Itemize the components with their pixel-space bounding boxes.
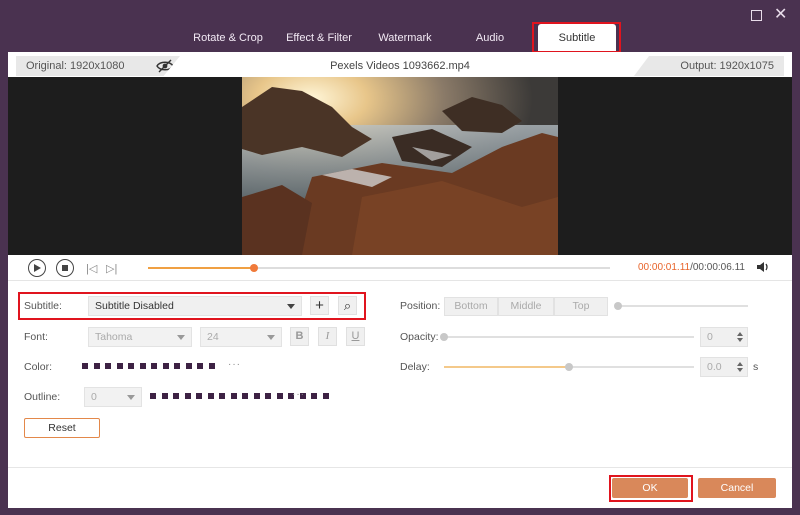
progress-track[interactable] [148, 264, 610, 272]
output-badge: Output: 1920x1075 [634, 56, 784, 76]
output-resolution: Output: 1920x1075 [680, 60, 774, 72]
color-swatch[interactable] [197, 363, 203, 369]
tab-audio[interactable]: Audio [466, 24, 514, 52]
color-swatch[interactable] [174, 363, 180, 369]
chevron-down-icon [267, 335, 275, 340]
subtitle-tab-highlight [532, 22, 621, 53]
next-frame-icon[interactable]: ▷| [106, 262, 117, 275]
current-time: 00:00:01.11 [638, 262, 691, 273]
position-slider[interactable] [614, 302, 748, 310]
color-swatch[interactable] [161, 393, 168, 399]
cancel-button[interactable]: Cancel [698, 478, 776, 498]
color-swatch[interactable] [253, 393, 260, 399]
color-swatch[interactable] [184, 393, 191, 399]
footer-divider [8, 467, 792, 468]
outline-more[interactable]: ··· [292, 389, 305, 400]
maximize-icon[interactable] [751, 10, 762, 21]
bold-button[interactable]: B [290, 327, 309, 346]
delay-slider-thumb[interactable] [565, 363, 573, 371]
font-family-select[interactable]: Tahoma [88, 327, 192, 347]
font-size-select[interactable]: 24 [200, 327, 282, 347]
color-swatch[interactable] [207, 393, 214, 399]
color-swatch[interactable] [150, 393, 156, 399]
color-swatch[interactable] [219, 393, 225, 399]
video-preview [8, 77, 792, 255]
color-swatch[interactable] [242, 393, 248, 399]
position-bottom-button[interactable]: Bottom [444, 297, 498, 316]
play-button[interactable] [28, 259, 46, 277]
total-time: /00:00:06.11 [690, 262, 745, 273]
info-bar: Original: 1920x1080 Pexels Videos 109366… [8, 54, 792, 76]
play-icon [34, 263, 41, 272]
reset-button[interactable]: Reset [24, 418, 100, 438]
color-swatch[interactable] [128, 363, 134, 369]
italic-button[interactable]: I [318, 327, 337, 346]
position-label: Position: [400, 300, 441, 312]
stop-icon [61, 264, 68, 271]
subtitle-row-highlight [18, 292, 366, 320]
opacity-slider[interactable] [440, 333, 694, 341]
color-swatch[interactable] [265, 393, 271, 399]
delay-stepper[interactable]: 0.0 [700, 357, 748, 377]
position-top-button[interactable]: Top [554, 297, 608, 316]
outline-label: Outline: [24, 391, 61, 403]
close-icon[interactable]: ✕ [774, 7, 788, 23]
font-label: Font: [24, 331, 48, 343]
opacity-slider-thumb[interactable] [440, 333, 448, 341]
delay-slider-fill [444, 366, 569, 368]
stop-button[interactable] [56, 259, 74, 277]
delay-slider[interactable] [444, 363, 694, 371]
tab-rotate-crop[interactable]: Rotate & Crop [188, 24, 268, 52]
opacity-stepper[interactable]: 0 [700, 327, 748, 347]
color-swatch[interactable] [185, 363, 192, 369]
progress-thumb[interactable] [250, 264, 259, 272]
color-swatch[interactable] [208, 363, 215, 369]
delay-unit: s [753, 361, 759, 373]
position-slider-thumb[interactable] [614, 302, 622, 310]
previous-frame-icon[interactable]: |◁ [86, 262, 97, 275]
font-family-value: Tahoma [95, 331, 133, 343]
chevron-down-icon [177, 335, 185, 340]
outline-select[interactable]: 0 [84, 387, 142, 407]
font-size-value: 24 [207, 331, 219, 343]
color-swatch[interactable] [162, 363, 169, 369]
tab-watermark[interactable]: Watermark [372, 24, 438, 52]
time-display: 00:00:01.11/00:00:06.11 [638, 262, 745, 273]
delay-label: Delay: [400, 361, 430, 373]
video-frame [242, 77, 558, 255]
underline-button[interactable]: U [346, 327, 365, 346]
tab-bar: Rotate & Crop Effect & Filter Watermark … [0, 24, 800, 52]
color-swatch[interactable] [105, 363, 111, 369]
color-swatch[interactable] [322, 393, 329, 399]
delay-value: 0.0 [707, 361, 722, 373]
decrement-icon[interactable] [737, 338, 743, 342]
chevron-down-icon [127, 395, 135, 400]
increment-icon[interactable] [737, 332, 743, 336]
opacity-label: Opacity: [400, 331, 439, 343]
color-swatch[interactable] [139, 363, 146, 369]
color-swatch[interactable] [311, 393, 317, 399]
position-middle-button[interactable]: Middle [498, 297, 554, 316]
color-swatch[interactable] [82, 363, 88, 369]
outline-value: 0 [91, 391, 97, 403]
editor-panel: Original: 1920x1080 Pexels Videos 109366… [8, 52, 792, 508]
color-swatch[interactable] [230, 393, 237, 399]
color-swatch[interactable] [276, 393, 283, 399]
color-swatch[interactable] [93, 363, 100, 369]
decrement-icon[interactable] [737, 368, 743, 372]
playback-bar: |◁ ▷| 00:00:01.11/00:00:06.11 [8, 255, 792, 281]
volume-icon[interactable] [756, 261, 770, 276]
progress-fill [148, 267, 255, 269]
increment-icon[interactable] [737, 362, 743, 366]
color-swatch[interactable] [196, 393, 202, 399]
color-swatch[interactable] [151, 363, 157, 369]
color-more[interactable]: ··· [228, 359, 241, 370]
color-swatch[interactable] [116, 363, 123, 369]
color-label: Color: [24, 361, 53, 373]
color-swatch[interactable] [173, 393, 179, 399]
ok-button-highlight [609, 475, 693, 502]
opacity-value: 0 [707, 331, 713, 343]
tab-effect-filter[interactable]: Effect & Filter [280, 24, 358, 52]
